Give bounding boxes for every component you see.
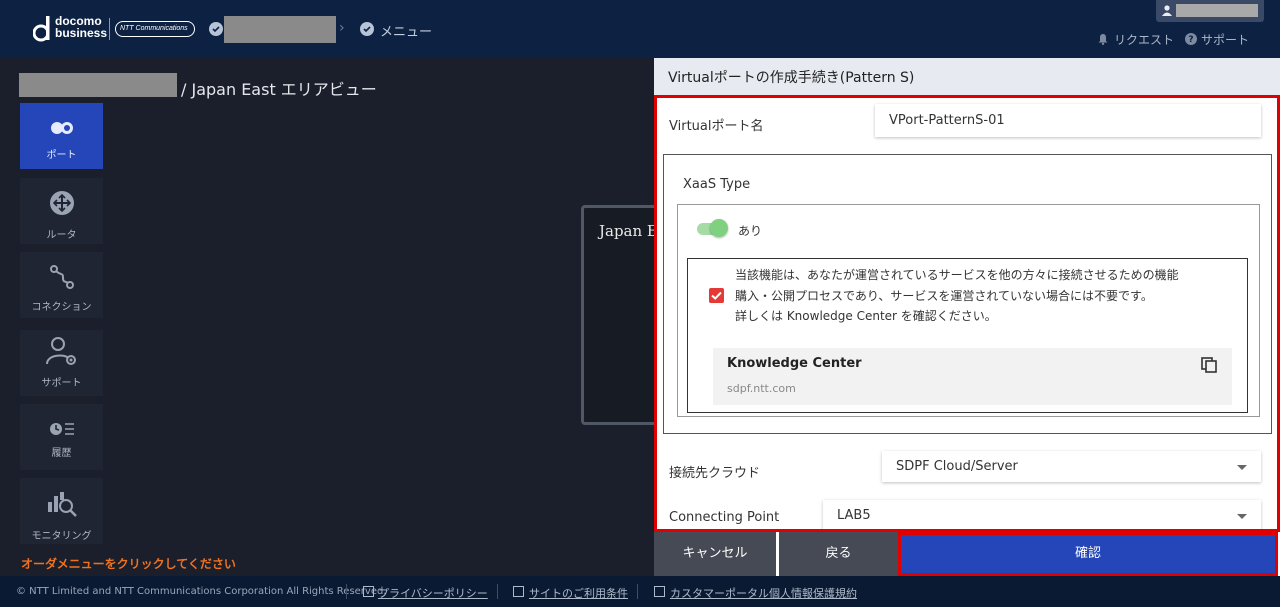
panel-header: Virtualポートの作成手続き(Pattern S) (654, 58, 1280, 95)
connecting-point-value: LAB5 (837, 508, 871, 523)
privacy-policy-link[interactable]: プライバシーポリシー (378, 585, 488, 601)
knowledge-center-card[interactable]: Knowledge Center sdpf.ntt.com (713, 348, 1232, 405)
area-name-redacted (19, 73, 177, 97)
brand-line-2: business (55, 26, 108, 40)
footer: © NTT Limited and NTT Communications Cor… (0, 576, 1280, 607)
ntt-communications-logo: NTT Communications (115, 21, 195, 37)
sidebar-item-router[interactable]: ルータ (20, 178, 103, 244)
svg-text:?: ? (1188, 35, 1193, 45)
notice-line-1: 当該機能は、あなたが運営されているサービスを他の方々に接続させるための機能 (735, 268, 1179, 282)
footer-divider (346, 584, 347, 599)
monitoring-icon (47, 492, 77, 517)
external-link-icon (654, 586, 665, 597)
history-icon (49, 423, 74, 435)
connecting-point-select[interactable]: LAB5 (823, 500, 1261, 529)
sidebar-item-history[interactable]: 履歴 (20, 404, 103, 470)
copyright-text: © NTT Limited and NTT Communications Cor… (16, 586, 387, 597)
sidebar-item-label: コネクション (31, 302, 92, 313)
knowledge-center-title: Knowledge Center (727, 356, 862, 371)
vport-name-label: Virtualポート名 (669, 119, 764, 134)
top-header: docomo business NTT Communications › メニュ… (0, 0, 1280, 58)
connection-icon (49, 265, 74, 289)
support-icon (45, 337, 76, 365)
vport-name-input[interactable]: VPort-PatternS-01 (875, 104, 1261, 137)
footer-divider (497, 584, 498, 599)
connecting-point-label: Connecting Point (669, 510, 780, 525)
xaas-type-label: XaaS Type (683, 177, 751, 192)
panel-form-body: Virtualポート名 VPort-PatternS-01 XaaS Type … (654, 95, 1280, 532)
brand-logo-text: docomo business (55, 15, 107, 39)
cloud-select[interactable]: SDPF Cloud/Server (882, 451, 1261, 482)
xaas-type-section: XaaS Type あり 当該機能は、あなたが運営されているサービスを他の方々に… (663, 154, 1272, 434)
docomo-logo-icon (33, 16, 50, 42)
area-view-title: / Japan East エリアビュー (181, 80, 377, 99)
user-account-button[interactable] (1156, 0, 1264, 22)
sidebar-item-label: 履歴 (51, 448, 72, 459)
sidebar-item-monitoring[interactable]: モニタリング (20, 478, 103, 544)
chevron-down-icon (1237, 465, 1247, 470)
xaas-toggle-container: あり 当該機能は、あなたが運営されているサービスを他の方々に接続させるための機能… (677, 204, 1260, 417)
xaas-toggle-label: あり (738, 224, 763, 238)
order-menu-hint: オーダメニューをクリックしてください (21, 557, 236, 571)
external-link-icon (363, 586, 374, 597)
cloud-label: 接続先クラウド (669, 466, 761, 481)
request-link[interactable]: リクエスト (1114, 31, 1174, 48)
notice-line-2: 購入・公開プロセスであり、サービスを運営されていない場合には不要です。 (735, 289, 1153, 303)
chevron-down-icon (1237, 514, 1247, 519)
area-canvas-node-label: Japan E (599, 222, 658, 240)
footer-divider (637, 584, 638, 599)
router-icon (49, 191, 74, 215)
breadcrumb-menu[interactable]: メニュー (380, 21, 432, 40)
back-button[interactable]: 戻る (779, 532, 898, 576)
copy-icon[interactable] (1201, 357, 1217, 373)
sidebar-item-support[interactable]: サポート (20, 330, 103, 396)
check-icon (711, 291, 722, 300)
xaas-notice-box: 当該機能は、あなたが運営されているサービスを他の方々に接続させるための機能 購入… (687, 258, 1248, 413)
sidebar-item-port[interactable]: ポート (20, 103, 103, 169)
logo-divider (109, 18, 110, 40)
breadcrumb-redacted[interactable] (224, 16, 336, 43)
portal-privacy-link[interactable]: カスタマーポータル個人情報保護規約 (670, 585, 857, 601)
support-link[interactable]: サポート (1201, 31, 1249, 48)
create-virtual-port-panel: Virtualポートの作成手続き(Pattern S) Virtualポート名 … (654, 58, 1280, 576)
panel-title: Virtualポートの作成手続き(Pattern S) (668, 70, 915, 86)
help-icon: ? (1185, 33, 1197, 45)
port-icon (50, 122, 73, 134)
breadcrumb-check-icon (209, 22, 223, 36)
user-icon (1162, 5, 1172, 16)
sidebar-item-label: サポート (41, 378, 82, 389)
cloud-select-value: SDPF Cloud/Server (896, 459, 1018, 474)
confirm-button[interactable]: 確認 (898, 532, 1278, 576)
menu-check-icon (360, 22, 374, 36)
sidebar-item-connection[interactable]: コネクション (20, 252, 103, 318)
breadcrumb-chevron-icon: › (339, 20, 345, 36)
xaas-toggle-knob[interactable] (710, 219, 728, 237)
cancel-button[interactable]: キャンセル (654, 532, 776, 576)
sidebar-item-label: ルータ (46, 230, 77, 241)
terms-of-use-link[interactable]: サイトのご利用条件 (529, 585, 628, 601)
sidebar-item-label: モニタリング (31, 531, 92, 542)
user-name-redacted (1176, 4, 1258, 17)
knowledge-center-url: sdpf.ntt.com (727, 382, 796, 395)
notice-line-3: 詳しくは Knowledge Center を確認ください。 (735, 309, 997, 323)
bell-icon (1098, 34, 1108, 45)
external-link-icon (513, 586, 524, 597)
sidebar-item-label: ポート (46, 150, 77, 161)
agreement-checkbox[interactable] (709, 288, 724, 303)
